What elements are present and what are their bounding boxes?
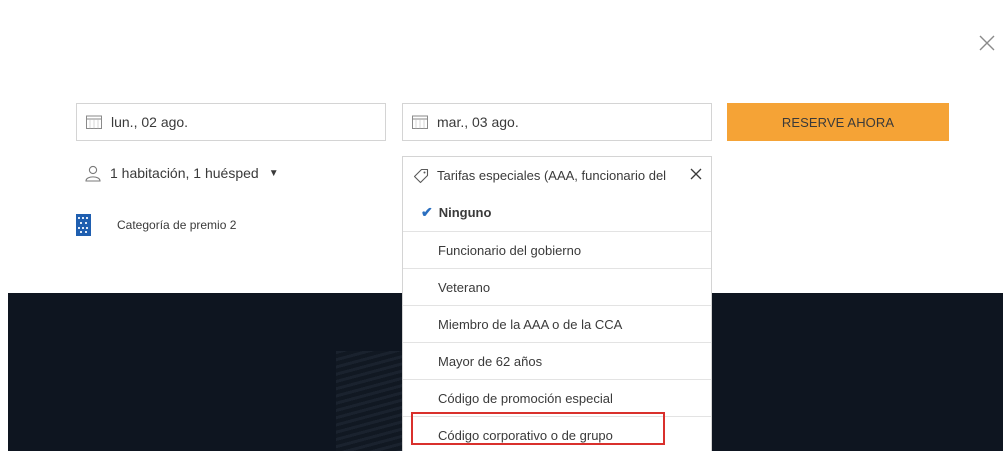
rate-option-label: Mayor de 62 años: [438, 353, 543, 369]
caret-down-icon: ▼: [268, 167, 279, 179]
rate-option-label: Funcionario del gobierno: [438, 242, 582, 258]
rate-option-aaa[interactable]: Miembro de la AAA o de la CCA: [403, 305, 711, 342]
checkout-date-text: mar., 03 ago.: [437, 114, 519, 130]
rate-option-senior[interactable]: Mayor de 62 años: [403, 342, 711, 379]
checkout-date-field[interactable]: mar., 03 ago.: [402, 103, 712, 141]
rate-option-label: Ninguno: [438, 205, 492, 220]
tag-icon: [413, 168, 429, 184]
close-icon[interactable]: [975, 31, 999, 55]
guests-text: 1 habitación, 1 huésped: [110, 165, 259, 181]
checkin-date-field[interactable]: lun., 02 ago.: [76, 103, 386, 141]
award-logo: [76, 214, 91, 236]
clear-icon[interactable]: [689, 167, 703, 181]
calendar-icon: [85, 114, 103, 130]
guests-selector[interactable]: 1 habitación, 1 huésped ▼: [84, 163, 279, 183]
award-category-text: Categoría de premio 2: [117, 218, 237, 232]
reserve-now-button[interactable]: RESERVE AHORA: [727, 103, 949, 141]
rate-option-label: Veterano: [438, 279, 491, 295]
special-rates-text: Tarifas especiales (AAA, funcionario del: [437, 168, 667, 183]
booking-page: lun., 02 ago. mar., 03 ago. RESERVE AHOR…: [0, 0, 1003, 451]
rate-option-veteran[interactable]: Veterano: [403, 268, 711, 305]
rate-option-label: Código de promoción especial: [438, 390, 613, 406]
special-rates-dropdown: Tarifas especiales (AAA, funcionario del…: [402, 156, 712, 451]
check-icon: ✔: [421, 204, 433, 220]
rate-option-government[interactable]: Funcionario del gobierno: [403, 231, 711, 268]
rate-option-label: Miembro de la AAA o de la CCA: [438, 316, 623, 332]
calendar-icon: [411, 114, 429, 130]
award-category: Categoría de premio 2: [76, 214, 236, 236]
special-rates-field[interactable]: Tarifas especiales (AAA, funcionario del: [403, 157, 711, 194]
rate-option-promo-code[interactable]: Código de promoción especial: [403, 379, 711, 416]
person-icon: [84, 164, 102, 182]
highlight-box: [411, 412, 665, 445]
rate-option-ninguno[interactable]: ✔ Ninguno: [403, 194, 711, 231]
checkin-date-text: lun., 02 ago.: [111, 114, 189, 130]
